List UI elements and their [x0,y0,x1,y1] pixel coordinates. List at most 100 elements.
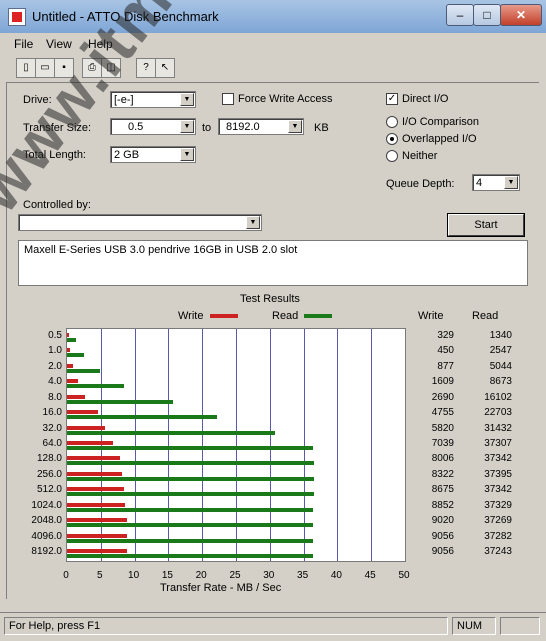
app-icon [8,8,26,26]
start-button[interactable]: Start [448,214,524,236]
write-bar [67,363,73,368]
x-tick-label: 10 [128,570,140,581]
read-value: 31432 [484,422,512,434]
read-value: 37243 [484,546,512,558]
legend-write-swatch [210,314,238,318]
total-length-select[interactable]: 2 GB ▼ [110,146,196,163]
write-bar [67,533,127,538]
category-label: 256.0 [36,468,62,480]
category-label: 8.0 [48,391,62,403]
write-bar [67,549,127,554]
overlapped-io-radio[interactable] [386,133,398,145]
category-label: 1024.0 [31,499,62,511]
read-bar [67,415,217,420]
read-bar [67,337,76,342]
read-value: 37329 [484,499,512,511]
transfer-to-label: to [202,122,212,134]
read-bar [67,554,313,559]
force-write-checkbox[interactable] [222,93,234,105]
read-value: 37395 [484,468,512,480]
category-label: 1.0 [48,345,62,357]
write-bar [67,425,106,430]
write-value: 9020 [431,515,454,527]
read-value: 37307 [484,438,512,449]
minimize-button[interactable]: – [446,4,474,26]
legend-read-label: Read [272,310,299,322]
read-value: 5044 [489,360,512,372]
read-bar [67,430,275,435]
category-label: 8192.0 [31,546,62,558]
chevron-down-icon: ▼ [180,120,194,133]
neither-radio[interactable] [386,150,398,162]
chevron-down-icon: ▼ [180,148,194,161]
write-bar [67,332,70,337]
x-tick-label: 40 [330,570,342,581]
read-value: 22703 [484,407,512,419]
force-write-label: Force Write Access [238,93,333,105]
category-label: 2048.0 [31,515,62,527]
column-read-header: Read [472,310,499,322]
category-label: 4.0 [48,376,62,388]
transfer-to-value: 8192.0 [226,121,260,133]
queue-depth-value: 4 [476,177,483,189]
category-label: 2.0 [48,360,62,372]
write-value: 9056 [431,530,454,542]
write-bar [67,394,85,399]
read-value: 37282 [484,530,512,542]
chevron-down-icon: ▼ [504,176,518,189]
maximize-button[interactable]: □ [473,4,501,26]
transfer-from-select[interactable]: 0.5 ▼ [110,118,196,135]
write-value: 8675 [431,484,454,496]
write-value: 450 [437,345,454,357]
read-bar [67,368,101,373]
new-icon[interactable]: ▯ [16,58,36,78]
write-value: 8322 [431,468,454,480]
direct-io-checkbox[interactable]: ✓ [386,93,398,105]
status-num: NUM [452,617,496,635]
write-bar [67,379,78,384]
read-bar [67,538,314,543]
read-bar [67,446,314,450]
read-value: 37342 [484,453,512,465]
read-value: 37342 [484,484,512,496]
x-axis-label: Transfer Rate - MB / Sec [160,582,282,594]
write-bar [67,410,99,415]
context-help-icon[interactable]: ↖ [155,58,175,78]
grid-line [337,329,339,561]
results-heading: Test Results [240,293,300,305]
io-comparison-radio[interactable] [386,116,398,128]
chevron-down-icon: ▼ [288,120,302,133]
x-tick-label: 5 [97,570,103,581]
write-value: 7039 [431,438,454,449]
write-bar [67,348,70,353]
x-tick-label: 20 [195,570,207,581]
controlled-by-select[interactable]: ▼ [18,214,262,231]
write-bar [67,518,127,523]
direct-io-label: Direct I/O [402,93,449,105]
write-bar [67,487,125,492]
io-comparison-label: I/O Comparison [402,116,480,128]
transfer-to-select[interactable]: 8192.0 ▼ [218,118,304,135]
status-help-text: For Help, press F1 [4,617,448,635]
x-tick-label: 50 [398,570,410,581]
category-label: 4096.0 [31,530,62,542]
read-bar [67,461,314,466]
read-bar [67,476,314,481]
total-length-value: 2 GB [114,149,140,161]
chevron-down-icon: ▼ [246,216,260,229]
category-label: 64.0 [42,438,62,449]
read-value: 8673 [489,376,512,388]
queue-depth-select[interactable]: 4 ▼ [472,174,520,191]
close-button[interactable]: ✕ [500,4,542,26]
transfer-unit: KB [314,122,329,134]
description-field[interactable]: Maxell E-Series USB 3.0 pendrive 16GB in… [18,240,528,286]
drive-select[interactable]: [-e-] ▼ [110,91,196,108]
read-bar [67,399,174,404]
x-tick-label: 15 [161,570,173,581]
category-label: 128.0 [36,453,62,465]
write-value: 8852 [431,499,454,511]
read-value: 16102 [484,391,512,403]
read-value: 2547 [489,345,512,357]
menu-file[interactable]: File [14,37,33,51]
grid-line [371,329,373,561]
